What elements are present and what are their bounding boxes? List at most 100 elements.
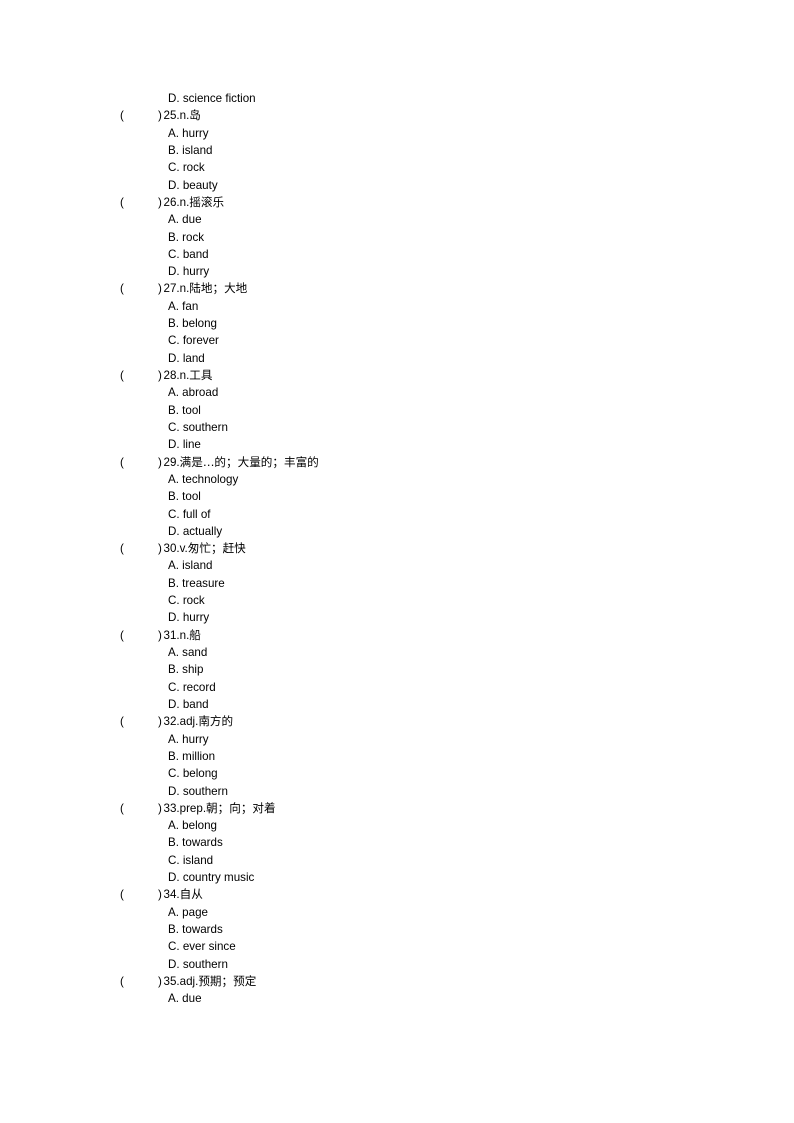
option-line[interactable]: B. treasure (0, 575, 794, 592)
option-text: D. country music (168, 871, 255, 885)
answer-blank-open-paren[interactable]: ( (120, 280, 124, 297)
answer-blank-open-paren[interactable]: ( (120, 627, 124, 644)
answer-blank-close-paren[interactable]: ) (158, 800, 162, 817)
option-line[interactable]: D. hurry (0, 263, 794, 280)
option-line[interactable]: A. belong (0, 817, 794, 834)
answer-blank-close-paren[interactable]: ) (158, 713, 162, 730)
option-text: A. technology (168, 472, 239, 486)
option-text: A. abroad (168, 386, 219, 400)
option-line[interactable]: D. beauty (0, 177, 794, 194)
question-stem: 32.adj.南方的 (163, 714, 234, 729)
answer-blank-close-paren[interactable]: ) (158, 454, 162, 471)
option-line[interactable]: A. technology (0, 471, 794, 488)
option-line[interactable]: C. belong (0, 765, 794, 782)
option-text: D. hurry (168, 611, 210, 625)
option-line[interactable]: D. hurry (0, 609, 794, 626)
option-line[interactable]: C. full of (0, 506, 794, 523)
option-line[interactable]: A. due (0, 211, 794, 228)
option-line[interactable]: A. sand (0, 644, 794, 661)
answer-blank-open-paren[interactable]: ( (120, 800, 124, 817)
answer-blank-close-paren[interactable]: ) (158, 107, 162, 124)
option-text: D. hurry (168, 265, 210, 279)
option-line[interactable]: C. southern (0, 419, 794, 436)
answer-blank-open-paren[interactable]: ( (120, 454, 124, 471)
option-line[interactable]: B. tool (0, 488, 794, 505)
option-text: C. ever since (168, 940, 236, 954)
answer-blank-open-paren[interactable]: ( (120, 540, 124, 557)
question-line[interactable]: (31.n.船) (0, 627, 794, 644)
option-line[interactable]: D. land (0, 350, 794, 367)
answer-blank-open-paren[interactable]: ( (120, 713, 124, 730)
question-stem: 30.v.匆忙；赶快 (163, 541, 246, 556)
answer-blank-close-paren[interactable]: ) (158, 973, 162, 990)
option-line[interactable]: A. island (0, 557, 794, 574)
cjk-run: 陆地；大地 (189, 281, 248, 296)
option-line[interactable]: A. abroad (0, 384, 794, 401)
answer-blank-close-paren[interactable]: ) (158, 194, 162, 211)
option-line[interactable]: D. science fiction (0, 90, 794, 107)
option-line[interactable]: D. actually (0, 523, 794, 540)
option-text: D. southern (168, 784, 228, 798)
cjk-run: 满是…的；大量的；丰富的 (179, 454, 319, 469)
option-text: B. ship (168, 663, 204, 677)
option-line[interactable]: B. towards (0, 834, 794, 851)
answer-blank-open-paren[interactable]: ( (120, 973, 124, 990)
option-line[interactable]: B. tool (0, 402, 794, 419)
option-line[interactable]: B. towards (0, 921, 794, 938)
question-line[interactable]: (33.prep.朝；向；对着) (0, 800, 794, 817)
question-line[interactable]: (30.v.匆忙；赶快) (0, 540, 794, 557)
cjk-run: 工具 (189, 368, 213, 382)
option-line[interactable]: A. fan (0, 298, 794, 315)
option-text: C. full of (168, 507, 211, 521)
option-line[interactable]: C. rock (0, 159, 794, 176)
answer-blank-open-paren[interactable]: ( (120, 367, 124, 384)
question-line[interactable]: (28.n.工具) (0, 367, 794, 384)
answer-blank-close-paren[interactable]: ) (158, 540, 162, 557)
option-line[interactable]: B. belong (0, 315, 794, 332)
answer-blank-open-paren[interactable]: ( (120, 886, 124, 903)
option-line[interactable]: C. record (0, 679, 794, 696)
question-line[interactable]: (25.n.岛) (0, 107, 794, 124)
option-line[interactable]: D. southern (0, 956, 794, 973)
option-line[interactable]: A. hurry (0, 125, 794, 142)
answer-blank-close-paren[interactable]: ) (158, 886, 162, 903)
option-text: B. island (168, 143, 213, 157)
option-line[interactable]: B. island (0, 142, 794, 159)
option-line[interactable]: D. southern (0, 783, 794, 800)
question-line[interactable]: (26.n.摇滚乐) (0, 194, 794, 211)
option-text: A. hurry (168, 732, 209, 746)
question-line[interactable]: (27.n.陆地；大地) (0, 280, 794, 297)
option-text: C. record (168, 680, 216, 694)
answer-blank-open-paren[interactable]: ( (120, 107, 124, 124)
option-line[interactable]: C. ever since (0, 938, 794, 955)
answer-blank-close-paren[interactable]: ) (158, 280, 162, 297)
option-text: D. actually (168, 524, 223, 538)
question-line[interactable]: (34.自从) (0, 886, 794, 903)
option-text: B. belong (168, 317, 217, 331)
option-line[interactable]: D. line (0, 436, 794, 453)
option-line[interactable]: B. million (0, 748, 794, 765)
option-line[interactable]: C. rock (0, 592, 794, 609)
option-line[interactable]: B. ship (0, 661, 794, 678)
option-line[interactable]: A. page (0, 904, 794, 921)
option-line[interactable]: C. band (0, 246, 794, 263)
option-line[interactable]: A. hurry (0, 731, 794, 748)
option-text: A. fan (168, 299, 199, 313)
answer-blank-close-paren[interactable]: ) (158, 627, 162, 644)
question-line[interactable]: (35.adj.预期；预定) (0, 973, 794, 990)
option-line[interactable]: B. rock (0, 229, 794, 246)
option-line[interactable]: A. due (0, 990, 794, 1007)
option-text: B. tool (168, 403, 201, 417)
option-line[interactable]: D. country music (0, 869, 794, 886)
question-line[interactable]: (32.adj.南方的) (0, 713, 794, 730)
option-text: C. forever (168, 334, 219, 348)
option-text: C. rock (168, 594, 205, 608)
answer-blank-close-paren[interactable]: ) (158, 367, 162, 384)
option-line[interactable]: C. forever (0, 332, 794, 349)
answer-blank-open-paren[interactable]: ( (120, 194, 124, 211)
option-line[interactable]: D. band (0, 696, 794, 713)
cjk-run: 船 (189, 627, 201, 642)
question-line[interactable]: (29.满是…的；大量的；丰富的) (0, 454, 794, 471)
question-stem: 33.prep.朝；向；对着 (163, 800, 276, 815)
option-line[interactable]: C. island (0, 852, 794, 869)
